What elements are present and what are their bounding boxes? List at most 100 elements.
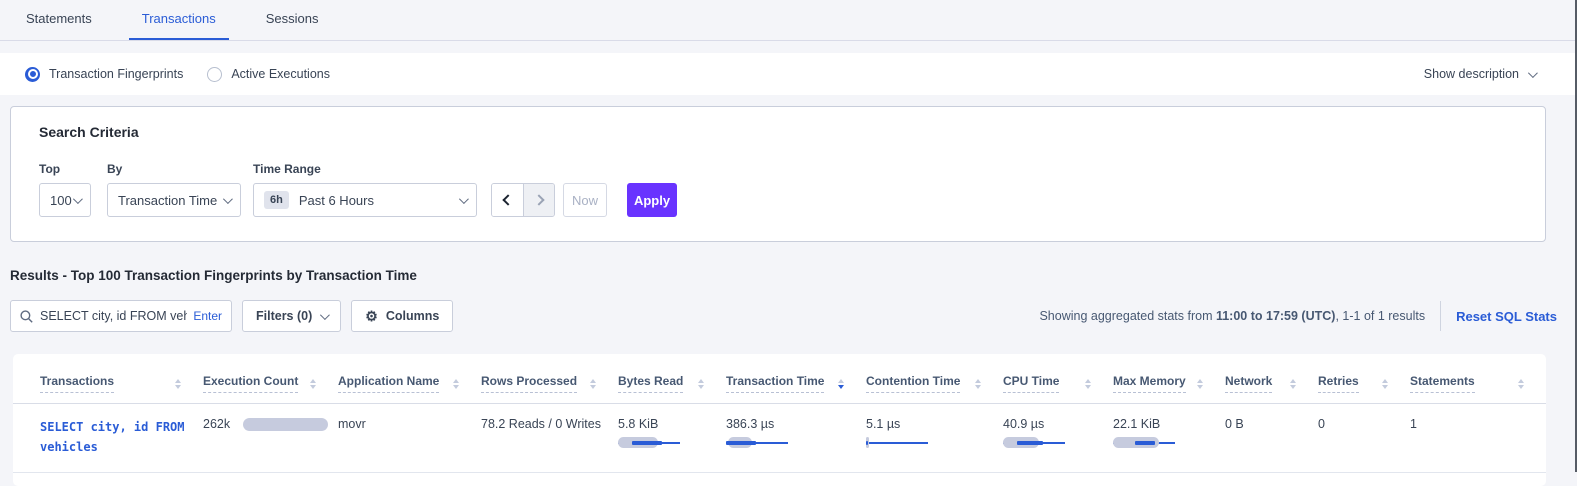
sort-icon[interactable] [1518, 379, 1524, 389]
contention-time-value: 5.1 µs [866, 417, 900, 431]
aggregated-stats-text: Showing aggregated stats from 11:00 to 1… [1039, 309, 1425, 323]
table-row: SELECT city, id FROM vehicles 262k movr … [13, 404, 1546, 473]
col-header-bytes-read[interactable]: Bytes Read [618, 366, 726, 404]
sort-icon[interactable] [1085, 379, 1091, 389]
chevron-down-icon [223, 194, 233, 204]
transaction-time-minichart [726, 437, 852, 449]
col-label: Max Memory [1113, 374, 1186, 393]
col-label: Contention Time [866, 374, 960, 393]
search-criteria-title: Search Criteria [39, 124, 1517, 140]
cpu-time-minichart [1003, 437, 1099, 449]
col-label: Transactions [40, 374, 114, 393]
transaction-fingerprint-link[interactable]: SELECT city, id FROM vehicles [40, 417, 189, 458]
col-header-execution-count[interactable]: Execution Count [203, 366, 338, 404]
reset-sql-stats-link[interactable]: Reset SQL Stats [1456, 309, 1557, 324]
col-header-network[interactable]: Network [1225, 366, 1318, 404]
time-range-label: Time Range [253, 162, 491, 176]
col-header-cpu-time[interactable]: CPU Time [1003, 366, 1113, 404]
by-select-value: Transaction Time [118, 193, 217, 208]
now-button[interactable]: Now [563, 183, 607, 217]
radio-selected-icon[interactable] [25, 67, 40, 82]
bytes-read-minichart [618, 437, 712, 449]
by-select[interactable]: Transaction Time [107, 183, 241, 217]
sort-icon[interactable] [175, 379, 181, 389]
by-label: By [107, 162, 253, 176]
col-header-transactions[interactable]: Transactions [13, 366, 203, 404]
col-header-application-name[interactable]: Application Name [338, 366, 481, 404]
col-label: Transaction Time [726, 374, 824, 393]
by-field: By Transaction Time [107, 162, 253, 217]
cell-transaction-time: 386.3 µs [726, 404, 866, 473]
retries-value: 0 [1318, 417, 1325, 431]
radio-transaction-fingerprints[interactable]: Transaction Fingerprints [25, 67, 183, 82]
col-label: Application Name [338, 374, 439, 393]
col-header-transaction-time[interactable]: Transaction Time [726, 366, 866, 404]
cell-rows-processed: 78.2 Reads / 0 Writes [481, 404, 618, 473]
time-range-value: Past 6 Hours [299, 193, 374, 208]
col-label: Execution Count [203, 374, 298, 393]
top-select[interactable]: 100 [39, 183, 91, 217]
radio-active-executions[interactable]: Active Executions [207, 67, 330, 82]
chevron-down-icon [1528, 68, 1538, 78]
enter-hint: Enter [193, 309, 222, 323]
col-header-rows-processed[interactable]: Rows Processed [481, 366, 618, 404]
columns-button[interactable]: ⚙ Columns [351, 300, 453, 332]
cell-statements: 1 [1410, 404, 1546, 473]
col-label: Rows Processed [481, 374, 577, 393]
sql-search-box[interactable]: Enter [10, 300, 232, 332]
columns-label: Columns [386, 309, 439, 323]
stats-prefix: Showing aggregated stats from [1039, 309, 1216, 323]
tab-sessions[interactable]: Sessions [253, 11, 332, 40]
cell-retries: 0 [1318, 404, 1410, 473]
vertical-divider [1440, 301, 1441, 331]
application-name-value: movr [338, 417, 366, 431]
sort-icon[interactable] [975, 379, 981, 389]
sort-icon[interactable] [1290, 379, 1296, 389]
col-label: Retries [1318, 374, 1359, 393]
cell-cpu-time: 40.9 µs [1003, 404, 1113, 473]
col-header-max-memory[interactable]: Max Memory [1113, 366, 1225, 404]
previous-time-button[interactable] [492, 184, 523, 216]
chevron-down-icon [73, 194, 83, 204]
col-header-statements[interactable]: Statements [1410, 366, 1546, 404]
sort-icon[interactable] [453, 379, 459, 389]
radio-unselected-icon[interactable] [207, 67, 222, 82]
sort-icon[interactable] [590, 379, 596, 389]
show-description-toggle[interactable]: Show description [1424, 67, 1535, 81]
stats-suffix: , 1-1 of 1 results [1335, 309, 1425, 323]
execution-count-value: 262k [203, 417, 230, 431]
chevron-down-icon [320, 310, 330, 320]
rows-processed-value: 78.2 Reads / 0 Writes [481, 417, 601, 431]
cpu-time-value: 40.9 µs [1003, 417, 1044, 431]
search-icon [20, 310, 33, 323]
filters-button[interactable]: Filters (0) [242, 300, 341, 332]
contention-time-minichart [866, 437, 989, 449]
tab-statements[interactable]: Statements [13, 11, 105, 40]
col-label: Network [1225, 374, 1272, 393]
bytes-read-value: 5.8 KiB [618, 417, 658, 431]
col-label: Statements [1410, 374, 1475, 393]
sort-icon-active[interactable] [838, 379, 844, 389]
sort-icon[interactable] [698, 379, 704, 389]
tab-bar: Statements Transactions Sessions [0, 0, 1577, 41]
sql-search-input[interactable] [40, 309, 187, 323]
top-select-value: 100 [50, 193, 72, 208]
tab-transactions[interactable]: Transactions [129, 11, 229, 40]
sort-icon[interactable] [310, 379, 316, 389]
results-table-card: Transactions Execution Count Application… [13, 354, 1546, 486]
filters-label: Filters (0) [256, 309, 312, 323]
sort-icon[interactable] [1197, 379, 1203, 389]
col-label: Bytes Read [618, 374, 683, 393]
col-header-retries[interactable]: Retries [1318, 366, 1410, 404]
next-time-button[interactable] [523, 184, 554, 216]
sort-icon[interactable] [1382, 379, 1388, 389]
time-pagination-group [491, 183, 555, 217]
view-toggle-bar: Transaction Fingerprints Active Executio… [0, 53, 1577, 95]
apply-button[interactable]: Apply [627, 183, 677, 217]
max-memory-minichart [1113, 437, 1211, 449]
col-header-contention-time[interactable]: Contention Time [866, 366, 1003, 404]
radio-label: Transaction Fingerprints [49, 67, 183, 81]
time-range-select[interactable]: 6h Past 6 Hours [253, 183, 477, 217]
radio-label: Active Executions [231, 67, 330, 81]
top-label: Top [39, 162, 107, 176]
